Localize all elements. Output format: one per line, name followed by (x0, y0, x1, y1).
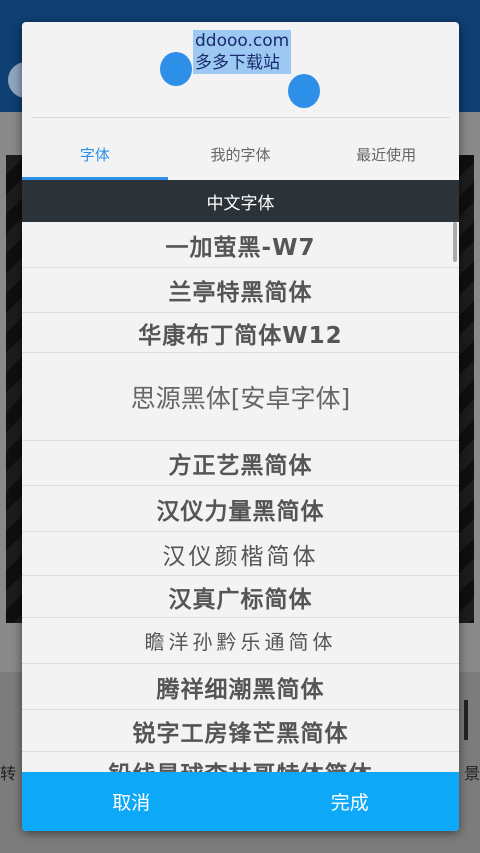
done-button[interactable]: 完成 (241, 772, 460, 831)
font-item-hanyi-yankai[interactable]: 汉仪颜楷简体 (22, 532, 459, 576)
font-tabs: 字体 我的字体 最近使用 (22, 128, 459, 180)
cancel-button[interactable]: 取消 (22, 772, 241, 831)
tab-fonts-label: 字体 (79, 145, 110, 164)
watermark-line-1: ddooo.com (195, 31, 290, 51)
font-item-yijia[interactable]: 一加萤黑-W7 (22, 222, 459, 268)
font-item-hanyi-liliang[interactable]: 汉仪力量黑简体 (22, 486, 459, 532)
font-list-scrollbar[interactable] (453, 222, 457, 262)
watermark-blob-left (160, 52, 192, 86)
font-item-ruizi[interactable]: 锐字工房锋芒黑简体 (22, 710, 459, 752)
font-item-tengxiang[interactable]: 腾祥细潮黑简体 (22, 664, 459, 710)
background-side-bar (464, 700, 468, 740)
section-header-chinese-fonts: 中文字体 (22, 180, 459, 222)
font-item-qianxian[interactable]: 铅线是球李林哥特体简体 (22, 752, 459, 773)
tab-my-fonts-label: 我的字体 (210, 145, 271, 164)
font-list: 一加萤黑-W7 兰亭特黑简体 华康布丁简体W12 思源黑体[安卓字体] 方正艺黑… (22, 222, 459, 772)
font-item-fancy[interactable]: 瞻洋孙黔乐通简体 (22, 618, 459, 664)
tab-my-fonts[interactable]: 我的字体 (168, 128, 314, 180)
header-divider (31, 117, 450, 118)
tab-fonts[interactable]: 字体 (22, 128, 168, 180)
watermark-line-2: 多多下载站 (195, 53, 280, 73)
tab-recent-label: 最近使用 (356, 145, 417, 164)
font-picker-dialog: ddooo.com 多多下载站 字体 我的字体 最近使用 中文字体 一加萤黑-W… (22, 22, 459, 831)
dialog-footer: 取消 完成 (22, 772, 459, 831)
font-item-siyuan[interactable]: 思源黑体[安卓字体] (22, 353, 459, 441)
background-side-label-left: 转 (0, 764, 17, 783)
background-side-label-right: 景 (463, 764, 480, 783)
font-item-fangzheng[interactable]: 方正艺黑简体 (22, 441, 459, 486)
font-item-hanzhen[interactable]: 汉真广标简体 (22, 576, 459, 618)
tab-recent[interactable]: 最近使用 (313, 128, 459, 180)
watermark-blob-right (288, 74, 320, 108)
font-item-lanting[interactable]: 兰亭特黑简体 (22, 268, 459, 313)
watermark-text: ddooo.com 多多下载站 (193, 30, 292, 74)
dialog-header: ddooo.com 多多下载站 (22, 22, 459, 118)
font-item-huakang[interactable]: 华康布丁简体W12 (22, 313, 459, 353)
